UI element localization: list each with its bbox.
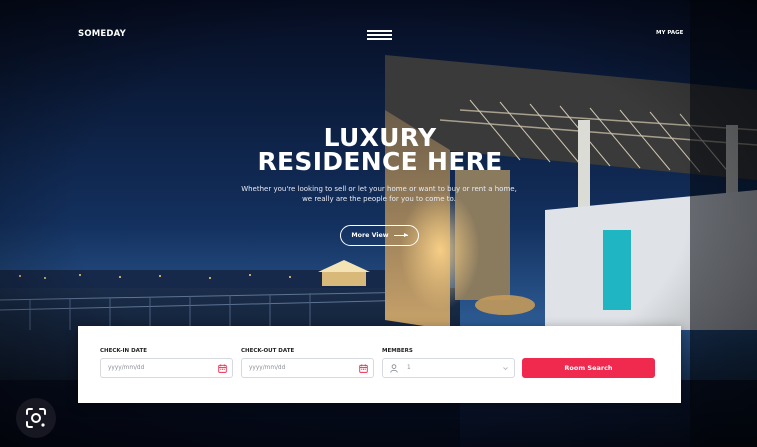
room-search-button[interactable]: Room Search	[522, 358, 655, 378]
checkout-date-field[interactable]: yyyy/mm/dd	[241, 358, 374, 378]
hero-subtitle-line2: we really are the people for you to come…	[302, 195, 456, 203]
members-select[interactable]: 1	[382, 358, 515, 378]
checkin-placeholder: yyyy/mm/dd	[108, 365, 145, 371]
checkout-label: CHECK-OUT DATE	[241, 348, 295, 354]
hamburger-menu-icon[interactable]	[367, 29, 392, 40]
hero-title-line2: RESIDENCE HERE	[257, 147, 503, 176]
chevron-down-icon[interactable]	[502, 364, 509, 373]
booking-panel: CHECK-IN DATE yyyy/mm/dd CHECK-OUT DATE …	[78, 326, 681, 403]
members-label: MEMBERS	[382, 348, 413, 354]
more-view-button[interactable]: More View	[340, 225, 419, 246]
calendar-icon[interactable]	[218, 364, 227, 373]
image-search-lens-icon[interactable]	[16, 398, 56, 438]
arrow-right-icon	[393, 233, 408, 237]
my-page-link[interactable]: MY PAGE	[656, 30, 683, 36]
brand-logo[interactable]: SOMEDAY	[78, 29, 126, 39]
members-value: 1	[407, 365, 411, 371]
checkin-date-field[interactable]: yyyy/mm/dd	[100, 358, 233, 378]
checkin-label: CHECK-IN DATE	[100, 348, 147, 354]
person-icon	[390, 364, 398, 373]
calendar-icon[interactable]	[359, 364, 368, 373]
checkout-placeholder: yyyy/mm/dd	[249, 365, 286, 371]
more-view-label: More View	[351, 232, 389, 239]
